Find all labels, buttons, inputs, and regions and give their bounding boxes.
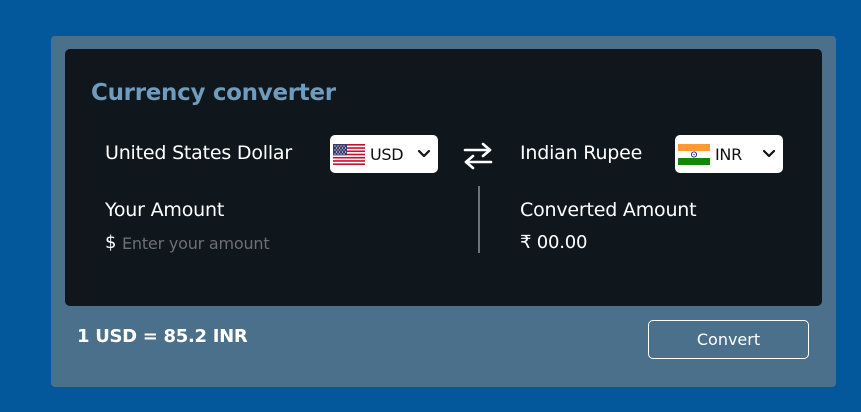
converter-card: Currency converter United States Dollar xyxy=(51,36,836,387)
from-currency-select[interactable]: USD xyxy=(330,135,438,173)
divider xyxy=(478,186,480,253)
converted-amount-value: ₹ 00.00 xyxy=(520,232,588,253)
convert-button[interactable]: Convert xyxy=(648,320,809,359)
converter-panel: Currency converter United States Dollar xyxy=(65,49,822,306)
to-currency-select[interactable]: INR xyxy=(675,135,783,173)
to-currency-name: Indian Rupee xyxy=(520,142,643,164)
converted-amount-label: Converted Amount xyxy=(520,199,697,221)
from-currency-code: USD xyxy=(370,144,404,164)
amount-input[interactable] xyxy=(122,230,422,256)
amount-label: Your Amount xyxy=(105,199,225,221)
exchange-rate: 1 USD = 85.2 INR xyxy=(77,326,248,347)
to-currency-code: INR xyxy=(715,144,742,164)
india-flag-icon xyxy=(678,143,710,165)
from-currency-name: United States Dollar xyxy=(105,142,292,164)
currency-symbol: $ xyxy=(105,232,117,253)
chevron-down-icon xyxy=(762,149,776,158)
converter-title: Currency converter xyxy=(91,80,336,106)
us-flag-icon xyxy=(333,143,365,165)
swap-arrows-icon[interactable] xyxy=(462,140,494,172)
chevron-down-icon xyxy=(417,149,431,158)
